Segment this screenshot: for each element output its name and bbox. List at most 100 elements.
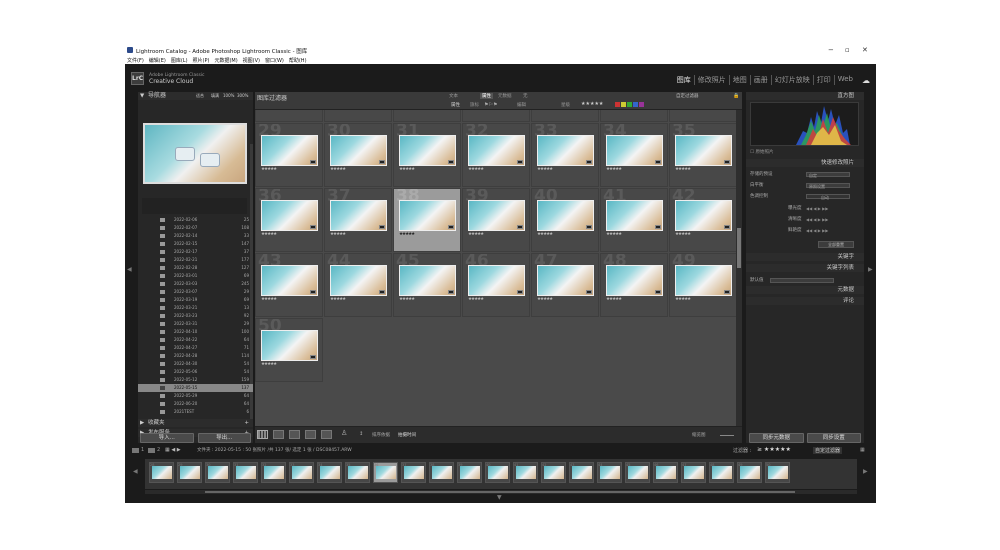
flag-icons[interactable]: ⚑⚐⚑ [484,102,497,108]
grid-cell[interactable]: 29 ★★★★★ [255,123,323,187]
photo-thumbnail[interactable] [399,135,456,166]
grid-cell[interactable]: 48 ★★★★★ [600,253,668,317]
grid-jump-icon[interactable]: ▦ ◀ ▶ [165,447,181,453]
photo-thumbnail[interactable] [399,200,456,231]
module-tab[interactable]: 修改照片 [693,75,729,85]
menu-item[interactable]: 图库(L) [171,57,188,64]
grid-cell[interactable]: 34 ★★★★★ [600,123,668,187]
photo-thumbnail[interactable] [537,200,594,231]
export-button[interactable]: 导出... [197,433,251,443]
grid-cell[interactable]: 44 ★★★★★ [324,253,392,317]
filmstrip-thumb[interactable]: 36 [373,462,398,483]
photo-thumbnail[interactable] [537,135,594,166]
rating-stars[interactable]: ★★★★★ [581,101,603,107]
page-2[interactable]: 2 [157,447,160,453]
page-1[interactable]: 1 [141,447,144,453]
folder-row[interactable]: 2022-02-07 108 [138,224,253,232]
compare-view-icon[interactable] [289,430,300,439]
photo-thumbnail[interactable] [330,135,387,166]
folder-row[interactable]: 2022-03-19 69 [138,296,253,304]
minimize-button[interactable]: − [828,46,834,54]
color-label-filters[interactable] [615,102,644,107]
painter-icon[interactable]: ♙ [341,429,347,437]
lock-icon[interactable]: 🔒 [733,93,739,99]
menu-item[interactable]: 文件(F) [127,57,144,64]
cell-stars[interactable]: ★★★★★ [537,167,553,172]
filmstrip-thumb[interactable]: 48 [709,462,734,483]
right-panel-toggle-icon[interactable]: ▶ [868,266,873,273]
module-tab[interactable]: 图库 [674,75,694,85]
reset-all-button[interactable]: 全部重置 [818,241,854,248]
photo-thumbnail[interactable] [261,330,318,361]
grid-cell[interactable]: 46 ★★★★★ [462,253,530,317]
keyword-list-header[interactable]: 关键字列表 [746,264,864,272]
folder-row[interactable]: 2022-04-28 114 [138,352,253,360]
grid-cell[interactable]: 42 ★★★★★ [669,188,737,252]
filter-tab-attribute[interactable]: 属性 [480,93,493,99]
grid-cell[interactable]: 40 ★★★★★ [531,188,599,252]
sync-settings-button[interactable]: 同步设置 [806,433,861,443]
folder-row[interactable]: 2021TEST 6 [138,408,253,416]
cell-stars[interactable]: ★★★★★ [330,297,346,302]
photo-thumbnail[interactable] [261,265,318,296]
photo-thumbnail[interactable] [675,200,732,231]
left-panel-toggle-icon[interactable]: ◀ [127,266,132,273]
filmstrip-thumb[interactable]: 45 [625,462,650,483]
grid-cell[interactable]: 23★★★★★ [324,110,392,122]
grid-cell[interactable]: 32 ★★★★★ [462,123,530,187]
cell-stars[interactable]: ★★★★★ [675,167,691,172]
histogram-header[interactable]: 直方图 [746,92,864,100]
cell-stars[interactable]: ★★★★★ [261,362,277,367]
menu-item[interactable]: 视图(V) [243,57,260,64]
module-tab[interactable]: 打印 [812,75,834,85]
photo-thumbnail[interactable] [468,135,525,166]
sort-direction-icon[interactable]: ↕ [359,431,363,437]
grid-cell[interactable]: 26★★★★★ [531,110,599,122]
cell-stars[interactable]: ★★★★★ [468,232,484,237]
folder-row[interactable]: 2022-05-29 64 [138,392,253,400]
photo-thumbnail[interactable] [606,135,663,166]
cloud-sync-icon[interactable]: ☁ [862,76,870,85]
grid-cell[interactable]: 31 ★★★★★ [393,123,461,187]
filmstrip-scrollbar[interactable] [145,490,857,494]
filmstrip-thumb[interactable]: 50 [765,462,790,483]
filmstrip-thumb[interactable]: 29 [177,462,202,483]
sync-metadata-button[interactable]: 同步元数据 [749,433,804,443]
filmstrip-thumb[interactable]: 40 [485,462,510,483]
photo-thumbnail[interactable] [261,200,318,231]
filmstrip-thumb[interactable]: 46 [653,462,678,483]
cell-stars[interactable]: ★★★★★ [330,232,346,237]
zoom-300[interactable]: 300% [237,92,248,100]
auto-tone-button[interactable]: 自动 [806,194,850,200]
folder-row[interactable]: 2022-03-01 69 [138,272,253,280]
grid-cell[interactable]: 27★★★★★ [600,110,668,122]
saved-preset-select[interactable]: 自定 [806,172,850,178]
grid-cell[interactable]: 45 ★★★★★ [393,253,461,317]
photo-thumbnail[interactable] [675,265,732,296]
photo-thumbnail[interactable] [261,135,318,166]
filter-tab-none[interactable]: 无 [523,93,528,99]
grid-cell[interactable]: 28★★★★★ [669,110,737,122]
grid-cell[interactable]: 25★★★★★ [462,110,530,122]
filmstrip-thumb[interactable]: 30 [205,462,230,483]
folder-row[interactable]: 2022-05-06 54 [138,368,253,376]
cell-stars[interactable]: ★★★★★ [606,167,622,172]
vibrance-steppers[interactable]: ◀◀ ◀ ▶ ▶▶ [806,228,850,233]
keywording-header[interactable]: 关键字 [746,253,864,261]
metadata-preset-select[interactable] [770,278,834,283]
survey-view-icon[interactable] [305,430,316,439]
import-button[interactable]: 导入... [140,433,194,443]
module-tab[interactable]: 地图 [728,75,750,85]
filmstrip-toggle-icon[interactable]: ▼ [497,494,502,501]
folder-row[interactable]: 2022-04-10 100 [138,328,253,336]
cell-stars[interactable]: ★★★★★ [537,232,553,237]
comments-header[interactable]: 评论 [746,297,864,305]
grid-cell[interactable]: 43 ★★★★★ [255,253,323,317]
filter-tab-text[interactable]: 文本 [449,93,458,99]
module-tab[interactable]: Web [833,75,856,85]
folder-row[interactable]: 2022-03-23 92 [138,312,253,320]
photo-thumbnail[interactable] [330,200,387,231]
grid-cell[interactable]: 38 ★★★★★ [393,188,461,252]
maximize-button[interactable]: ▫ [845,46,850,54]
photo-thumbnail[interactable] [606,200,663,231]
